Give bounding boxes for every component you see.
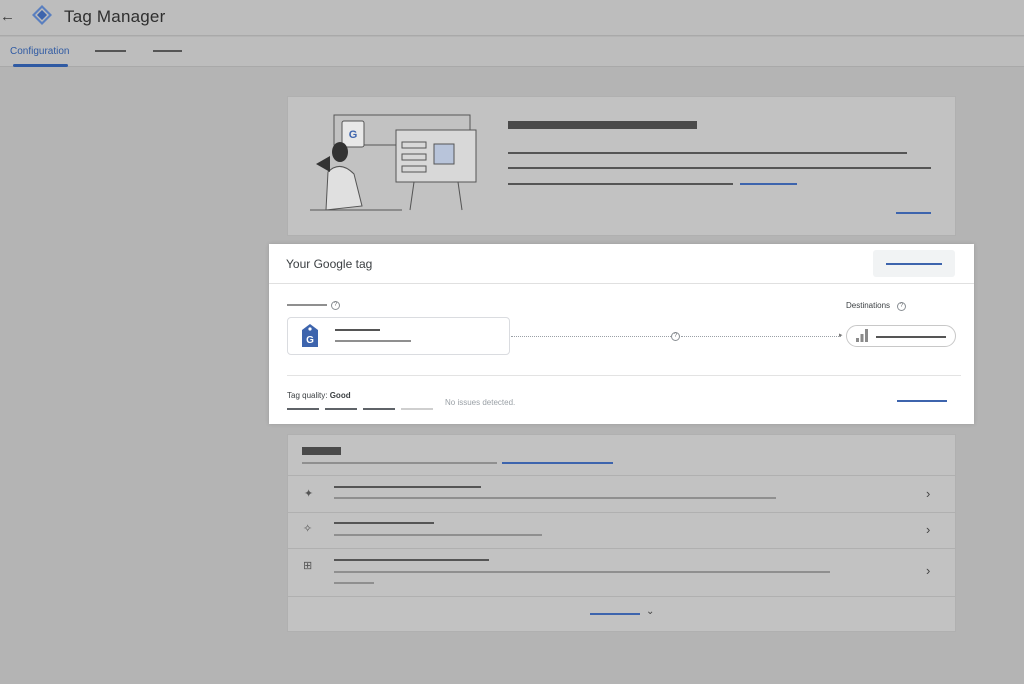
- row-subtitle-line: [334, 497, 776, 499]
- connection-line: [681, 336, 841, 337]
- tag-quality-value: Good: [329, 391, 351, 400]
- chevron-right-icon[interactable]: ›: [926, 563, 930, 578]
- row-title-line: [334, 559, 489, 561]
- recommendations-heading: [302, 447, 341, 455]
- tab-placeholder-3[interactable]: [153, 50, 182, 52]
- destination-id-line: [876, 336, 946, 338]
- destinations-label: Destinations: [846, 301, 891, 310]
- quality-details-link[interactable]: [897, 400, 947, 402]
- recommendations-subtext: [302, 462, 497, 464]
- active-tab-indicator: [13, 64, 68, 67]
- svg-text:G: G: [306, 335, 314, 346]
- app-title: Tag Manager: [64, 7, 166, 26]
- connection-line: [511, 336, 671, 337]
- tag-manager-logo-icon[interactable]: [31, 4, 53, 26]
- destinations-help-icon[interactable]: ?: [897, 302, 906, 311]
- onboarding-heading: [508, 121, 697, 129]
- row-divider: [288, 475, 955, 476]
- google-tag-chip[interactable]: [287, 317, 510, 355]
- row-title-line: [334, 522, 434, 524]
- quality-bar-segment: [325, 408, 357, 410]
- onboarding-text-line: [508, 167, 931, 169]
- tab-configuration[interactable]: Configuration: [10, 46, 69, 57]
- tag-name-line: [335, 329, 380, 331]
- quality-status-message: No issues detected.: [445, 398, 516, 407]
- help-icon[interactable]: ?: [331, 301, 340, 310]
- chevron-right-icon[interactable]: ›: [926, 522, 930, 537]
- row-subtitle-line: [334, 582, 374, 584]
- card-divider: [287, 375, 961, 376]
- top-app-bar: ← Tag Manager: [0, 0, 1024, 36]
- row-subtitle-line: [334, 571, 830, 573]
- google-tag-icon: G: [302, 324, 318, 347]
- tag-id-line: [335, 340, 411, 342]
- grid-icon: ⊞: [303, 560, 313, 572]
- manage-button-label: [886, 263, 942, 265]
- tab-bar: Configuration: [0, 37, 1024, 67]
- chevron-right-icon[interactable]: ›: [926, 486, 930, 501]
- onboarding-text-line: [508, 152, 907, 154]
- row-subtitle-line: [334, 534, 542, 536]
- quality-bar-segment: [363, 408, 395, 410]
- google-tag-card-title: Your Google tag: [286, 257, 373, 271]
- quality-bar-segment: [287, 408, 319, 410]
- onboarding-text-line: [508, 183, 733, 185]
- recommendations-link[interactable]: [502, 462, 613, 464]
- row-divider: [288, 596, 955, 597]
- row-divider: [288, 512, 955, 513]
- quality-bar-segment: [401, 408, 433, 410]
- svg-text:G: G: [349, 129, 358, 141]
- tab-placeholder-2[interactable]: [95, 50, 126, 52]
- arrow-right-icon: ▸: [839, 332, 843, 339]
- back-arrow-icon[interactable]: ←: [0, 8, 15, 25]
- google-tag-card-header: Your Google tag: [269, 244, 974, 284]
- onboarding-learn-more-link[interactable]: [740, 183, 797, 185]
- sparkle-icon: ✦: [304, 488, 314, 500]
- analytics-bars-icon: [856, 329, 868, 342]
- illustration: G: [310, 114, 477, 211]
- row-divider: [288, 548, 955, 549]
- onboarding-action-link[interactable]: [896, 212, 931, 214]
- sparkles-icon: ✧: [303, 523, 313, 535]
- chevron-down-icon[interactable]: ⌄: [646, 606, 654, 617]
- tag-id-label: [287, 304, 327, 306]
- tag-quality-label: Tag quality: Good: [287, 391, 351, 400]
- connection-help-icon[interactable]: ?: [671, 332, 680, 341]
- show-more-link[interactable]: [590, 613, 640, 615]
- row-title-line: [334, 486, 481, 488]
